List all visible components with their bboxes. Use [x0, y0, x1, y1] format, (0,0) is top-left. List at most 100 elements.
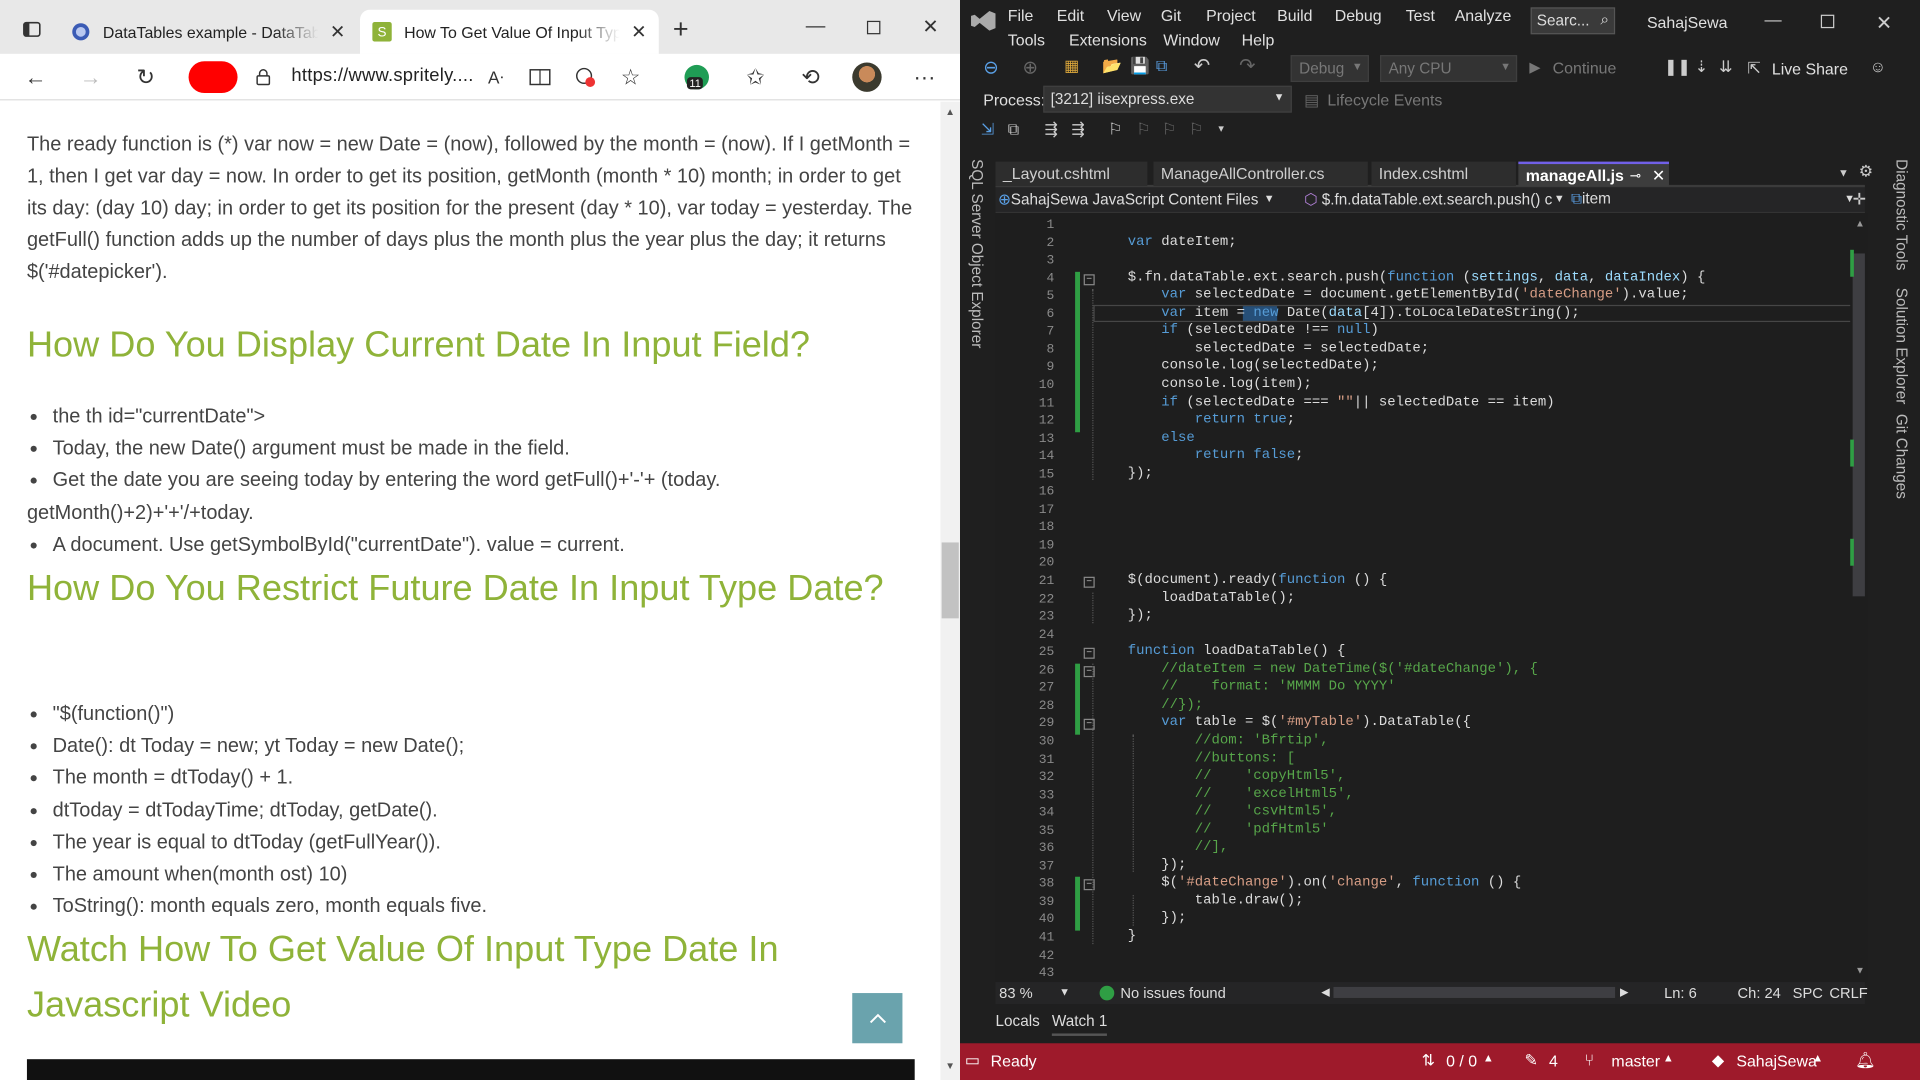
- split-editor-icon[interactable]: ✛: [1853, 190, 1866, 210]
- scrollbar-thumb[interactable]: [1852, 253, 1865, 597]
- continue-icon[interactable]: ▶: [1529, 59, 1540, 76]
- platform-dropdown[interactable]: Any CPU ▼: [1380, 55, 1518, 83]
- horizontal-scrollbar[interactable]: [1333, 986, 1616, 998]
- browser-tab-article[interactable]: S How To Get Value Of Input Type Date ✕: [360, 9, 659, 54]
- solution-explorer-tab[interactable]: Solution Explorer: [1893, 288, 1910, 405]
- clear-bookmarks-icon[interactable]: ⚐: [1189, 120, 1203, 140]
- code-line[interactable]: });: [1128, 466, 1153, 481]
- code-line[interactable]: // format: 'MMMM Do YYYY': [1128, 680, 1395, 695]
- editor-vertical-scrollbar[interactable]: ▲ ▼: [1850, 213, 1868, 983]
- code-line[interactable]: // 'csvHtml5',: [1128, 805, 1337, 820]
- pin-icon[interactable]: ⊸: [1630, 168, 1641, 184]
- favorites-icon[interactable]: ✩: [741, 62, 770, 91]
- navigate-back-icon[interactable]: ⊖: [983, 56, 998, 79]
- lifecycle-events-dropdown[interactable]: Lifecycle Events: [1327, 91, 1442, 109]
- profile-avatar[interactable]: [852, 62, 882, 92]
- menu-window[interactable]: Window: [1163, 31, 1220, 49]
- code-line[interactable]: //});: [1128, 698, 1203, 713]
- lock-icon[interactable]: [249, 62, 278, 91]
- menu-debug[interactable]: Debug: [1335, 6, 1382, 24]
- pause-icon[interactable]: ❚❚: [1664, 58, 1691, 78]
- menu-extensions[interactable]: Extensions: [1069, 31, 1147, 49]
- tab-manageallcontroller[interactable]: ManageAllController.cs: [1153, 161, 1368, 187]
- menu-git[interactable]: Git: [1161, 6, 1181, 24]
- close-window-icon[interactable]: ✕: [1876, 11, 1892, 35]
- output-window-icon[interactable]: ▭: [965, 1051, 980, 1071]
- configuration-dropdown[interactable]: Debug ▼: [1290, 55, 1369, 83]
- minimize-icon[interactable]: —: [1764, 10, 1781, 30]
- zoom-level[interactable]: 83 %: [999, 984, 1033, 1001]
- code-line[interactable]: });: [1128, 912, 1186, 927]
- maximize-icon[interactable]: [1820, 14, 1835, 29]
- process-dropdown[interactable]: [3212] iisexpress.exe ▼: [1043, 85, 1292, 113]
- fold-toggle-icon[interactable]: −: [1083, 647, 1095, 660]
- tab-list-dropdown-icon[interactable]: ▼: [1838, 167, 1849, 179]
- menu-tools[interactable]: Tools: [1008, 31, 1045, 49]
- repo-icon[interactable]: ◆: [1712, 1051, 1724, 1071]
- tab-index-cshtml[interactable]: Index.cshtml: [1371, 161, 1516, 187]
- code-line[interactable]: var dateItem;: [1128, 235, 1237, 250]
- video-embed[interactable]: [26, 1059, 915, 1080]
- browser-tab-datatables[interactable]: DataTables example - DataTables ✕: [59, 10, 358, 54]
- outdent-icon[interactable]: ⇶: [1071, 120, 1084, 140]
- menu-project[interactable]: Project: [1206, 6, 1256, 24]
- code-line[interactable]: table.draw();: [1128, 894, 1304, 909]
- branch-name[interactable]: master: [1611, 1052, 1660, 1070]
- close-window-icon[interactable]: ✕: [916, 12, 945, 41]
- code-line[interactable]: //dateItem = new DateTime($('#dateChange…: [1128, 662, 1538, 677]
- vs-search-box[interactable]: Searc... ⌕: [1530, 7, 1616, 35]
- menu-help[interactable]: Help: [1242, 31, 1275, 49]
- threads-icon[interactable]: ⧉: [1008, 120, 1019, 140]
- feedback-icon[interactable]: ☺: [1870, 58, 1886, 76]
- code-line[interactable]: console.log(selectedDate);: [1128, 359, 1379, 374]
- project-dropdown[interactable]: ⊕SahajSewa JavaScript Content Files ▼: [998, 190, 1275, 211]
- code-line[interactable]: });: [1128, 858, 1186, 873]
- code-line[interactable]: function loadDataTable() {: [1128, 644, 1346, 659]
- menu-view[interactable]: View: [1107, 6, 1141, 24]
- tab-manageall-js[interactable]: manageAll.js ⊸ ✕: [1518, 161, 1669, 187]
- notifications-bell-icon[interactable]: 🔔︎: [1855, 1051, 1875, 1071]
- repository-name[interactable]: SahajSewa: [1736, 1052, 1817, 1070]
- scope-dropdown[interactable]: ⬡ $.fn.dataTable.ext.search.push() c: [1304, 190, 1561, 211]
- sql-server-object-explorer-tab[interactable]: SQL Server Object Explorer: [969, 159, 986, 348]
- code-line[interactable]: $.fn.dataTable.ext.search.push(function …: [1128, 270, 1706, 285]
- menu-file[interactable]: File: [1008, 6, 1034, 24]
- commits-updown[interactable]: 0 / 0: [1446, 1052, 1477, 1070]
- page-scrollbar[interactable]: ▲ ▼: [940, 101, 961, 1080]
- code-line[interactable]: selectedDate = selectedDate;: [1128, 341, 1429, 356]
- redacted-extension-icon[interactable]: [188, 61, 238, 94]
- bookmark-icon[interactable]: ⚐: [1108, 120, 1122, 140]
- code-line[interactable]: // 'pdfHtml5': [1128, 822, 1329, 837]
- scroll-to-top-button[interactable]: [852, 993, 903, 1044]
- step-icon[interactable]: ⇣: [1695, 58, 1708, 78]
- code-line[interactable]: $(document).ready(function () {: [1128, 573, 1387, 588]
- branch-icon[interactable]: ⑂: [1584, 1051, 1594, 1069]
- next-bookmark-icon[interactable]: ⚐: [1162, 120, 1176, 140]
- tracking-prevention-icon[interactable]: [571, 62, 600, 91]
- line-ending-indicator[interactable]: CRLF: [1829, 984, 1867, 1001]
- immersive-reader-icon[interactable]: [525, 62, 554, 91]
- code-line[interactable]: if (selectedDate === ""|| selectedDate =…: [1128, 395, 1554, 410]
- undo-icon[interactable]: ↶: [1194, 54, 1210, 78]
- show-next-statement-icon[interactable]: ⇲: [981, 120, 994, 140]
- redo-icon[interactable]: ↷: [1239, 54, 1255, 78]
- new-tab-icon[interactable]: +: [666, 13, 695, 44]
- minimize-icon[interactable]: —: [801, 12, 830, 41]
- live-share-button[interactable]: Live Share: [1772, 60, 1848, 78]
- code-line[interactable]: console.log(item);: [1128, 377, 1312, 392]
- more-menu-icon[interactable]: ···: [910, 62, 939, 91]
- code-line[interactable]: return true;: [1128, 413, 1295, 428]
- continue-button[interactable]: Continue: [1553, 59, 1617, 77]
- code-line[interactable]: // 'copyHtml5',: [1128, 769, 1346, 784]
- live-share-icon[interactable]: ⇱: [1747, 59, 1760, 79]
- locals-tab[interactable]: Locals: [996, 1013, 1040, 1030]
- code-line[interactable]: else: [1128, 431, 1194, 446]
- code-line[interactable]: //],: [1128, 840, 1228, 855]
- diagnostic-tools-tab[interactable]: Diagnostic Tools: [1893, 159, 1910, 270]
- open-file-icon[interactable]: 📂: [1102, 56, 1122, 76]
- member-dropdown[interactable]: ⧉item ▼: [1571, 190, 1855, 211]
- fold-toggle-icon[interactable]: −: [1083, 273, 1095, 285]
- refresh-icon[interactable]: ↻: [131, 62, 160, 91]
- code-editor[interactable]: 1 2 var dateItem; 3 4 $.fn.dataTable.ext.sear…: [995, 213, 1865, 983]
- tab-actions-icon[interactable]: [17, 15, 46, 44]
